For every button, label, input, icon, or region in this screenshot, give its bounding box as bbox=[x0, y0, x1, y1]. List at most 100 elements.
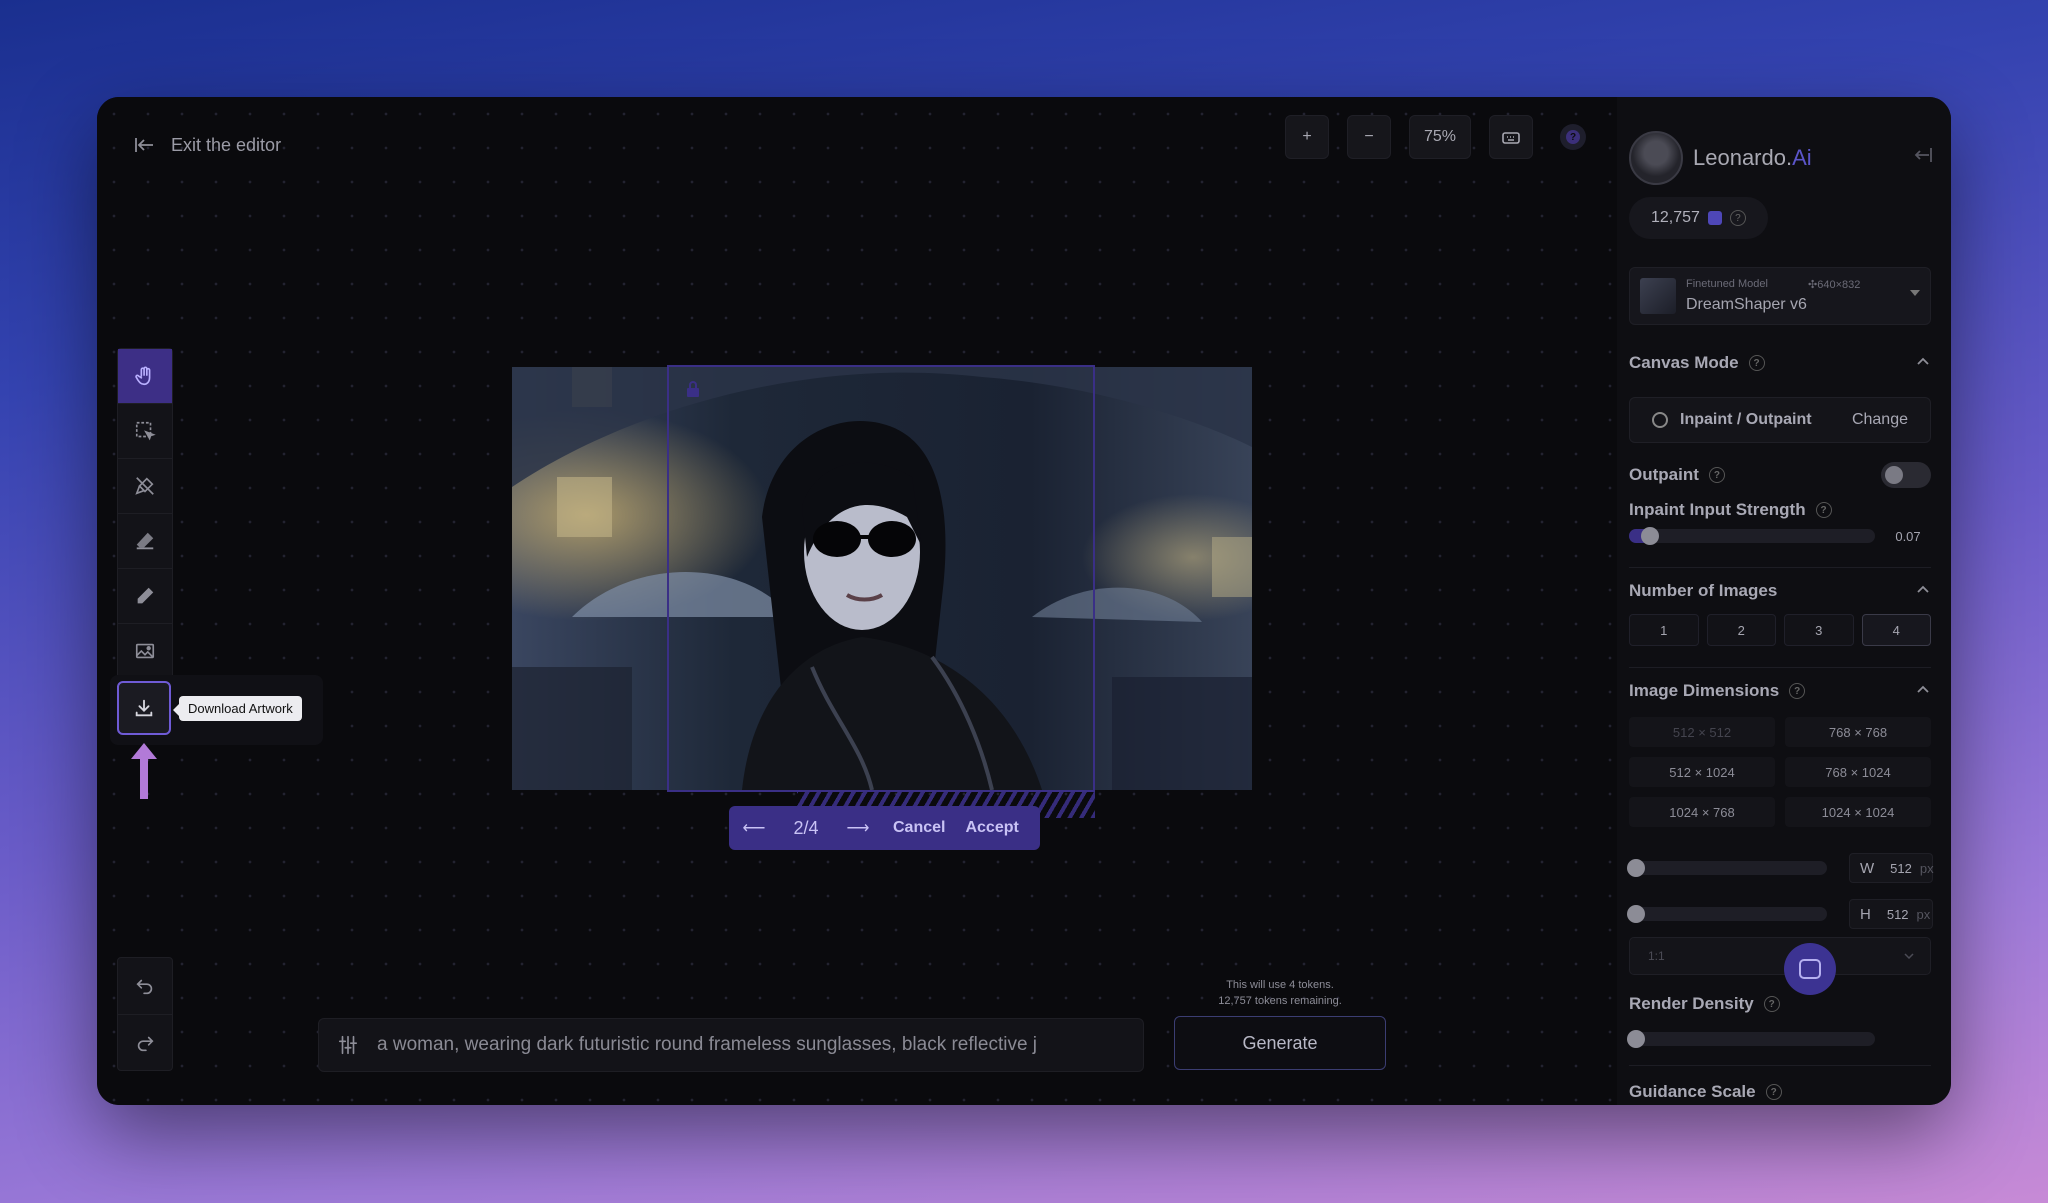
model-type: Finetuned Model bbox=[1686, 278, 1768, 290]
chevron-down-icon bbox=[1904, 953, 1914, 959]
info-icon[interactable]: ? bbox=[1789, 683, 1806, 699]
inpaint-strength-slider[interactable] bbox=[1629, 527, 1875, 545]
history-controls bbox=[117, 957, 173, 1071]
zoom-out-button[interactable]: − bbox=[1347, 115, 1391, 159]
keyboard-shortcuts-button[interactable] bbox=[1489, 115, 1533, 159]
zoom-in-button[interactable]: + bbox=[1285, 115, 1329, 159]
eraser-icon bbox=[136, 532, 154, 550]
image-icon bbox=[135, 643, 155, 659]
inpaint-strength-value[interactable]: 0.07 bbox=[1885, 521, 1931, 551]
brand-name: Leonardo.Ai bbox=[1693, 145, 1812, 170]
info-icon[interactable]: ? bbox=[1765, 1084, 1782, 1100]
canvas-mode-header[interactable]: Canvas Mode? bbox=[1629, 353, 1765, 373]
pointer-arrow-icon bbox=[131, 743, 157, 799]
selection-icon bbox=[135, 421, 156, 441]
info-icon[interactable]: ? bbox=[1748, 355, 1765, 371]
number-of-images-header[interactable]: Number of Images bbox=[1629, 581, 1777, 601]
prompt-bar: a woman, wearing dark futuristic round f… bbox=[318, 1018, 1144, 1072]
collapse-panel-icon[interactable] bbox=[1911, 145, 1933, 165]
select-tool-button[interactable] bbox=[118, 404, 172, 459]
zoom-level[interactable]: 75% bbox=[1409, 115, 1471, 159]
logo-avatar bbox=[1629, 131, 1683, 185]
images-option-2[interactable]: 2 bbox=[1706, 614, 1776, 646]
dimension-option[interactable]: 768 × 768 bbox=[1785, 717, 1931, 747]
image-tool-button[interactable] bbox=[118, 624, 172, 678]
prompt-input[interactable]: a woman, wearing dark futuristic round f… bbox=[377, 1034, 1037, 1056]
guidance-scale-header: Guidance Scale? bbox=[1629, 1082, 1782, 1102]
images-option-1[interactable]: 1 bbox=[1629, 614, 1699, 646]
chevron-up-icon[interactable] bbox=[1917, 357, 1929, 365]
width-field[interactable]: W 512 px bbox=[1849, 853, 1934, 883]
model-selector[interactable]: Finetuned Model ✣640×832 DreamShaper v6 bbox=[1629, 267, 1931, 325]
arrow-left-icon: ⟵ bbox=[742, 820, 766, 837]
exit-editor-link[interactable]: Exit the editor bbox=[133, 133, 281, 157]
dimension-option[interactable]: 1024 × 768 bbox=[1629, 797, 1775, 827]
chevron-up-icon[interactable] bbox=[1917, 585, 1929, 593]
palette-icon bbox=[1652, 412, 1668, 428]
hand-icon bbox=[135, 366, 151, 386]
images-option-3[interactable]: 3 bbox=[1784, 614, 1854, 646]
width-slider[interactable] bbox=[1627, 859, 1827, 877]
previous-candidate-button[interactable]: ⟵ bbox=[729, 818, 779, 838]
coins-icon bbox=[1707, 211, 1722, 225]
canvas-area[interactable]: Exit the editor + − 75% ? Download Artwo… bbox=[97, 97, 1617, 1105]
inpaint-strength-label: Inpaint Input Strength? bbox=[1629, 500, 1832, 520]
outpaint-toggle[interactable] bbox=[1881, 462, 1931, 488]
dimension-option[interactable]: 1024 × 1024 bbox=[1785, 797, 1931, 827]
info-icon[interactable]: ? bbox=[1708, 467, 1725, 483]
pan-tool-button[interactable] bbox=[118, 349, 172, 404]
outpaint-label: Outpaint? bbox=[1629, 465, 1725, 485]
arrow-right-icon: ⟶ bbox=[846, 820, 870, 837]
generate-button[interactable]: Generate bbox=[1174, 1016, 1386, 1070]
undo-button[interactable] bbox=[118, 958, 172, 1014]
download-artwork-button[interactable] bbox=[117, 681, 171, 735]
arrow-left-bar-icon bbox=[135, 138, 153, 152]
chevron-up-icon[interactable] bbox=[1917, 685, 1929, 693]
dimension-option[interactable]: 512 × 512 bbox=[1629, 717, 1775, 747]
lock-icon[interactable] bbox=[685, 380, 701, 398]
number-of-images-options: 1 2 3 4 bbox=[1629, 614, 1931, 646]
eraser-tool-button[interactable] bbox=[118, 514, 172, 569]
chevron-down-icon bbox=[1910, 290, 1920, 296]
images-option-4[interactable]: 4 bbox=[1861, 614, 1931, 646]
model-name: DreamShaper v6 bbox=[1686, 296, 1807, 313]
height-slider[interactable] bbox=[1627, 905, 1827, 923]
info-icon[interactable]: ? bbox=[1729, 210, 1746, 226]
token-count: 12,757 bbox=[1651, 209, 1700, 226]
token-balance: 12,757 ? bbox=[1629, 197, 1768, 239]
aspect-ratio-select[interactable]: 1:1 bbox=[1629, 937, 1931, 975]
prompt-settings-button[interactable] bbox=[319, 1034, 377, 1056]
dimension-option[interactable]: 768 × 1024 bbox=[1785, 757, 1931, 787]
model-dimensions: ✣640×832 bbox=[1808, 279, 1861, 291]
redo-button[interactable] bbox=[118, 1014, 172, 1071]
dimension-option[interactable]: 512 × 1024 bbox=[1629, 757, 1775, 787]
accept-button[interactable]: Accept bbox=[955, 819, 1028, 837]
candidate-navigator: ⟵ 2/4 ⟶ Cancel Accept bbox=[729, 806, 1040, 850]
dimension-presets: 512 × 512 768 × 768 512 × 1024 768 × 102… bbox=[1629, 717, 1931, 827]
chat-icon bbox=[1799, 959, 1821, 979]
chat-support-button[interactable] bbox=[1784, 943, 1836, 995]
mask-brush-icon bbox=[135, 477, 154, 495]
redo-icon bbox=[137, 1036, 154, 1052]
cancel-button[interactable]: Cancel bbox=[883, 819, 955, 837]
render-density-slider[interactable] bbox=[1627, 1030, 1875, 1048]
draw-tool-button[interactable] bbox=[118, 569, 172, 624]
image-dimensions-header[interactable]: Image Dimensions? bbox=[1629, 681, 1806, 701]
candidate-counter: 2/4 bbox=[793, 817, 819, 838]
help-button[interactable]: ? bbox=[1551, 115, 1595, 159]
change-mode-button[interactable]: Change bbox=[1852, 411, 1908, 429]
editor-window: Exit the editor + − 75% ? Download Artwo… bbox=[97, 97, 1951, 1105]
generation-frame[interactable] bbox=[667, 365, 1095, 792]
info-icon[interactable]: ? bbox=[1815, 502, 1832, 518]
divider bbox=[1629, 667, 1931, 668]
minus-icon: − bbox=[1364, 128, 1374, 145]
info-icon[interactable]: ? bbox=[1763, 996, 1780, 1012]
height-field[interactable]: H 512 px bbox=[1849, 899, 1933, 929]
erase-mask-tool-button[interactable] bbox=[118, 459, 172, 514]
download-tooltip: Download Artwork bbox=[173, 696, 302, 721]
divider bbox=[1629, 567, 1931, 568]
next-candidate-button[interactable]: ⟶ bbox=[833, 818, 883, 838]
brand-logo: Leonardo.Ai bbox=[1629, 131, 1812, 185]
download-icon bbox=[135, 699, 153, 717]
model-thumbnail bbox=[1640, 278, 1676, 314]
